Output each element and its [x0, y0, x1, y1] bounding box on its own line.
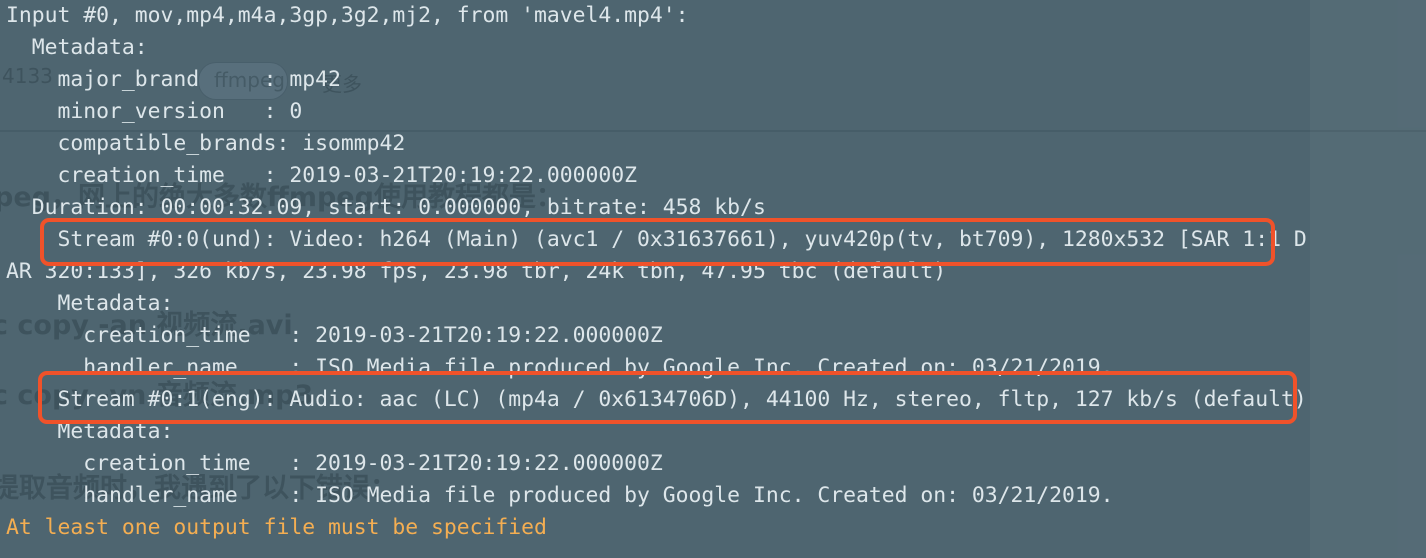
audio-stream-line: Stream #0:1(eng): Audio: aac (LC) (mp4a … — [6, 387, 1307, 412]
video-stream-line: Stream #0:0(und): Video: h264 (Main) (av… — [6, 227, 1307, 252]
video-stream-line-continued: AR 320:133], 326 kb/s, 23.98 fps, 23.98 … — [6, 259, 947, 284]
terminal-line: creation_time : 2019-03-21T20:19:22.0000… — [6, 163, 638, 188]
terminal-line: creation_time : 2019-03-21T20:19:22.0000… — [6, 323, 663, 348]
error-message: At least one output file must be specifi… — [6, 515, 547, 540]
terminal-line: major_brand : mp42 — [6, 67, 341, 92]
terminal-line: Metadata: — [6, 35, 148, 60]
terminal-line: Input #0, mov,mp4,m4a,3gp,3g2,mj2, from … — [6, 3, 689, 28]
terminal-line: minor_version : 0 — [6, 99, 303, 124]
terminal-line: Duration: 00:00:32.09, start: 0.000000, … — [6, 195, 766, 220]
terminal-line: handler_name : ISO Media file produced b… — [6, 355, 1114, 380]
terminal-output: Input #0, mov,mp4,m4a,3gp,3g2,mj2, from … — [6, 0, 1420, 544]
terminal-line: compatible_brands: isommp42 — [6, 131, 406, 156]
terminal-line: Metadata: — [6, 419, 174, 444]
terminal-line: creation_time : 2019-03-21T20:19:22.0000… — [6, 451, 663, 476]
terminal-line: Metadata: — [6, 291, 174, 316]
terminal-line: handler_name : ISO Media file produced b… — [6, 483, 1114, 508]
